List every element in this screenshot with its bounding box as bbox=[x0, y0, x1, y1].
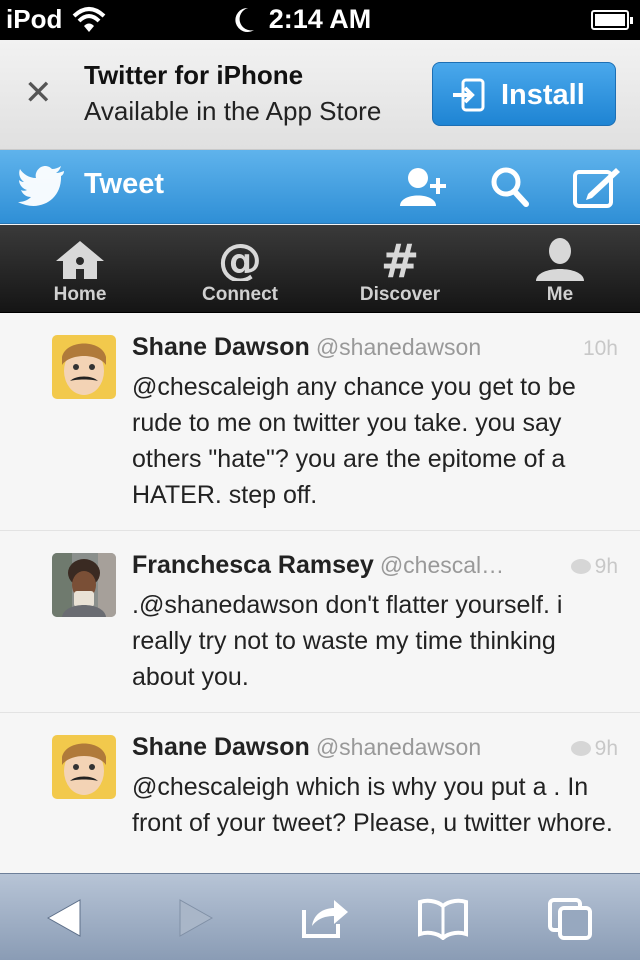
timeline[interactable]: Shane Dawson @shanedawson 10h @chescaleig… bbox=[0, 313, 640, 873]
hash-icon: # bbox=[320, 234, 480, 288]
tweet-author[interactable]: Shane Dawson @shanedawson bbox=[132, 333, 481, 362]
compose-icon[interactable] bbox=[572, 166, 622, 213]
page-title: Tweet bbox=[84, 168, 165, 200]
tweet-text: @chescaleigh any chance you get to be ru… bbox=[132, 373, 576, 509]
bookmarks-icon[interactable] bbox=[418, 896, 468, 941]
avatar[interactable] bbox=[52, 735, 116, 799]
home-icon bbox=[0, 237, 160, 281]
at-icon: @ bbox=[160, 235, 320, 286]
tweet-time-label: 9h bbox=[594, 555, 618, 578]
author-handle: @shanedawson bbox=[315, 334, 482, 360]
clock: 2:14 AM bbox=[268, 4, 372, 34]
conversation-icon bbox=[570, 559, 591, 574]
tweet-time-label: 9h bbox=[594, 737, 618, 760]
author-handle: @chescal… bbox=[379, 552, 505, 578]
avatar[interactable] bbox=[52, 335, 116, 399]
tweet-item[interactable]: Shane Dawson @shanedawson 10h @chescaleig… bbox=[0, 313, 640, 531]
author-name: Shane Dawson bbox=[132, 333, 310, 361]
install-icon bbox=[451, 77, 487, 118]
search-icon[interactable] bbox=[490, 166, 530, 213]
author-handle: @shanedawson bbox=[315, 734, 482, 760]
person-icon bbox=[480, 237, 640, 281]
banner-title: Twitter for iPhone bbox=[84, 60, 304, 90]
battery-icon bbox=[591, 10, 633, 30]
tab-bar: Home @ Connect # Discover Me bbox=[0, 225, 640, 313]
twitter-header: Tweet bbox=[0, 150, 640, 224]
close-icon[interactable]: ✕ bbox=[24, 76, 53, 110]
author-name: Franchesca Ramsey bbox=[132, 551, 374, 579]
banner-subtitle: Available in the App Store bbox=[84, 96, 382, 126]
tab-home-label: Home bbox=[53, 284, 107, 305]
tab-home[interactable]: Home bbox=[0, 225, 160, 313]
tab-me-label: Me bbox=[546, 284, 574, 305]
tweet-item[interactable]: Franchesca Ramsey @chescal… 9h .@shanedaw… bbox=[0, 531, 640, 713]
back-icon[interactable] bbox=[44, 896, 94, 940]
tweet-text: @chescaleigh which is why you put a . In… bbox=[132, 773, 613, 837]
forward-icon[interactable] bbox=[172, 896, 222, 940]
tabs-icon[interactable] bbox=[546, 896, 596, 940]
tweet-time: 10h bbox=[582, 337, 618, 360]
avatar[interactable] bbox=[52, 553, 116, 617]
add-user-icon[interactable] bbox=[398, 166, 450, 213]
conversation-icon bbox=[570, 741, 591, 756]
svg-text:@: @ bbox=[218, 237, 262, 281]
tweet-author[interactable]: Shane Dawson @shanedawson bbox=[132, 733, 481, 762]
install-button[interactable]: Install bbox=[432, 62, 616, 126]
tab-connect[interactable]: @ Connect bbox=[160, 225, 320, 313]
twitter-bird-icon[interactable] bbox=[18, 165, 66, 211]
tab-discover-label: Discover bbox=[359, 284, 441, 305]
browser-toolbar bbox=[0, 873, 640, 960]
tweet-text: .@shanedawson don't flatter yourself. i … bbox=[132, 591, 563, 691]
tweet-time: 9h bbox=[570, 737, 618, 761]
author-name: Shane Dawson bbox=[132, 733, 310, 761]
tweet-time: 9h bbox=[570, 555, 618, 579]
svg-text:#: # bbox=[381, 237, 420, 281]
app-banner: ✕ Twitter for iPhone Available in the Ap… bbox=[0, 40, 640, 150]
tab-connect-label: Connect bbox=[202, 284, 278, 305]
install-label: Install bbox=[501, 79, 585, 111]
status-bar: iPod 2:14 AM bbox=[0, 0, 640, 40]
tweet-item[interactable]: Shane Dawson @shanedawson 9h @chescaleigh… bbox=[0, 713, 640, 873]
tab-discover[interactable]: # Discover bbox=[320, 225, 480, 313]
share-icon[interactable] bbox=[300, 896, 350, 940]
tab-me[interactable]: Me bbox=[480, 225, 640, 313]
tweet-author[interactable]: Franchesca Ramsey @chescal… bbox=[132, 551, 504, 580]
